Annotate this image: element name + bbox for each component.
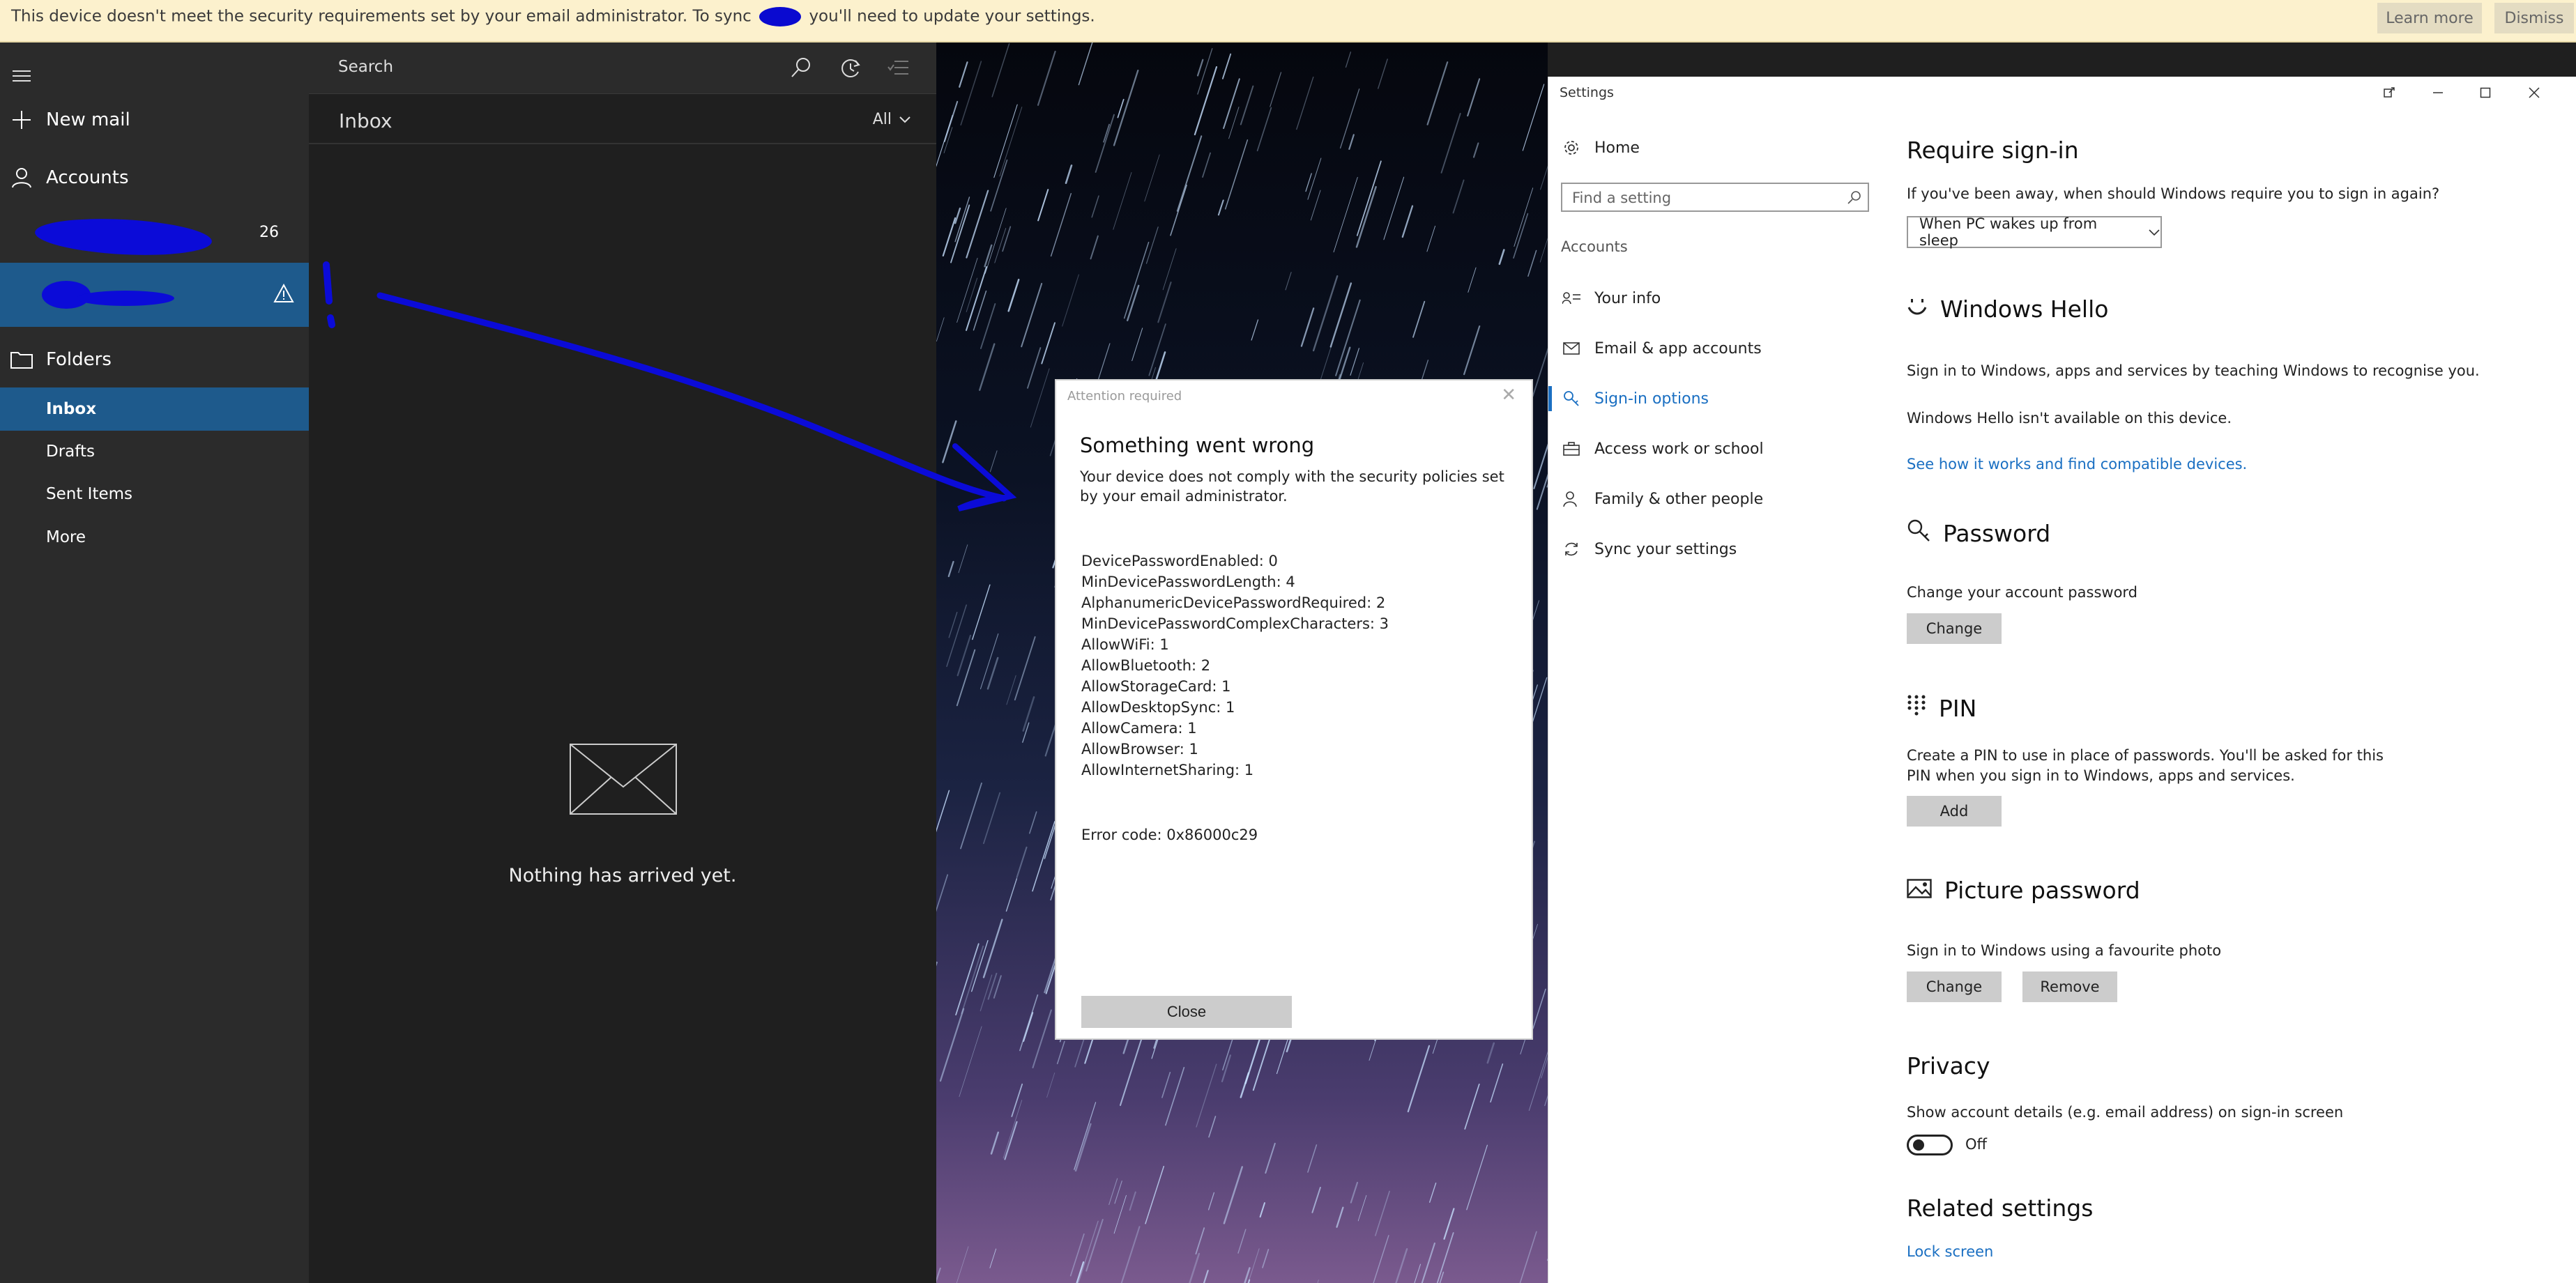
password-section: Password <box>1907 518 2050 548</box>
accounts-section-label: Accounts <box>1561 238 1628 255</box>
pin-text-line2: PIN when you sign in to Windows, apps an… <box>1907 767 2295 784</box>
lock-screen-link[interactable]: Lock screen <box>1907 1243 1993 1260</box>
password-heading: Password <box>1943 519 2051 547</box>
policy-item: AllowInternetSharing: 1 <box>1081 762 1254 778</box>
policy-item: AllowBrowser: 1 <box>1081 741 1198 758</box>
minimize-icon[interactable] <box>2417 79 2459 106</box>
require-signin-heading: Require sign-in <box>1907 137 2079 164</box>
windows-hello-section: Windows Hello <box>1907 295 2108 323</box>
chevron-down-icon <box>2148 224 2160 240</box>
maximize-icon[interactable] <box>2464 79 2506 106</box>
gear-icon <box>1561 139 1582 156</box>
nav-family-other-people[interactable]: Family & other people <box>1548 478 1876 520</box>
nav-sync-settings[interactable]: Sync your settings <box>1548 528 1876 570</box>
nav-label: Access work or school <box>1594 440 1764 458</box>
require-signin-value: When PC wakes up from sleep <box>1919 215 2098 249</box>
policy-item: MinDevicePasswordLength: 4 <box>1081 574 1295 590</box>
dialog-description: Your device does not comply with the sec… <box>1080 468 1504 505</box>
picture-password-section: Picture password <box>1907 877 2140 904</box>
require-signin-dropdown[interactable]: When PC wakes up from sleep <box>1907 215 2162 249</box>
nav-label: Sync your settings <box>1594 540 1737 558</box>
key-icon <box>1561 390 1582 407</box>
mail-icon <box>1561 342 1582 355</box>
windows-hello-heading: Windows Hello <box>1940 295 2109 323</box>
privacy-heading: Privacy <box>1907 1052 1990 1080</box>
pin-to-start-icon[interactable] <box>2368 79 2410 106</box>
settings-window: Settings Home Find a setting Accounts Yo… <box>1548 77 2576 1283</box>
search-icon <box>1847 190 1862 208</box>
nav-sign-in-options[interactable]: Sign-in options <box>1548 378 1876 420</box>
sync-icon <box>1561 541 1582 558</box>
nav-label: Your info <box>1594 289 1661 307</box>
policy-item: AllowStorageCard: 1 <box>1081 678 1231 695</box>
windows-hello-unavailable: Windows Hello isn't available on this de… <box>1907 410 2232 427</box>
policy-list: DevicePasswordEnabled: 0 MinDevicePasswo… <box>1081 551 1389 781</box>
related-settings-heading: Related settings <box>1907 1194 2094 1222</box>
picture-password-change-button[interactable]: Change <box>1907 971 2002 1002</box>
policy-item: AllowCamera: 1 <box>1081 720 1197 737</box>
home-label: Home <box>1594 139 1640 157</box>
policy-item: AllowDesktopSync: 1 <box>1081 699 1235 716</box>
windows-hello-link[interactable]: See how it works and find compatible dev… <box>1907 456 2247 473</box>
picture-icon <box>1907 877 1932 904</box>
pin-add-button[interactable]: Add <box>1907 796 2002 827</box>
dialog-caption: Attention required <box>1067 389 1182 404</box>
close-window-icon[interactable] <box>2513 79 2555 106</box>
policy-item: DevicePasswordEnabled: 0 <box>1081 553 1278 569</box>
nav-label: Sign-in options <box>1594 390 1709 408</box>
policy-item: MinDevicePasswordComplexCharacters: 3 <box>1081 615 1389 632</box>
pin-section: PIN <box>1907 694 1976 722</box>
settings-home-link[interactable]: Home <box>1548 127 1876 169</box>
toggle-knob <box>1913 1139 1924 1151</box>
window-title: Settings <box>1560 85 1614 100</box>
password-text: Change your account password <box>1907 584 2138 601</box>
close-button[interactable]: Close <box>1081 996 1292 1028</box>
pin-text-line1: Create a PIN to use in place of password… <box>1907 747 2384 764</box>
close-icon[interactable]: ✕ <box>1501 385 1516 406</box>
people-icon <box>1561 491 1582 507</box>
picture-password-text: Sign in to Windows using a favourite pho… <box>1907 942 2222 959</box>
keypad-icon <box>1907 694 1926 722</box>
nav-label: Family & other people <box>1594 490 1764 508</box>
nav-label: Email & app accounts <box>1594 339 1762 358</box>
attention-required-dialog: Attention required ✕ Something went wron… <box>1055 379 1533 1040</box>
smiley-icon <box>1907 295 1928 323</box>
policy-item: AlphanumericDevicePasswordRequired: 2 <box>1081 594 1386 611</box>
find-setting-placeholder: Find a setting <box>1572 190 1672 206</box>
policy-item: AllowWiFi: 1 <box>1081 636 1169 653</box>
password-change-button[interactable]: Change <box>1907 613 2002 644</box>
privacy-toggle-state: Off <box>1965 1136 1987 1153</box>
privacy-text: Show account details (e.g. email address… <box>1907 1104 2344 1121</box>
nav-email-app-accounts[interactable]: Email & app accounts <box>1548 328 1876 369</box>
contact-card-icon <box>1561 291 1582 305</box>
windows-hello-text: Sign in to Windows, apps and services by… <box>1907 362 2480 379</box>
privacy-toggle[interactable] <box>1907 1135 1953 1155</box>
pin-heading: PIN <box>1939 694 1977 722</box>
picture-password-remove-button[interactable]: Remove <box>2022 971 2117 1002</box>
nav-access-work-school[interactable]: Access work or school <box>1548 428 1876 470</box>
key-icon <box>1907 518 1930 548</box>
error-code: Error code: 0x86000c29 <box>1081 827 1258 843</box>
picture-password-heading: Picture password <box>1944 877 2140 904</box>
find-setting-input[interactable]: Find a setting <box>1561 183 1869 212</box>
policy-item: AllowBluetooth: 2 <box>1081 657 1211 674</box>
nav-your-info[interactable]: Your info <box>1548 277 1876 319</box>
dialog-heading: Something went wrong <box>1080 433 1315 457</box>
briefcase-icon <box>1561 442 1582 456</box>
require-signin-question: If you've been away, when should Windows… <box>1907 185 2440 202</box>
